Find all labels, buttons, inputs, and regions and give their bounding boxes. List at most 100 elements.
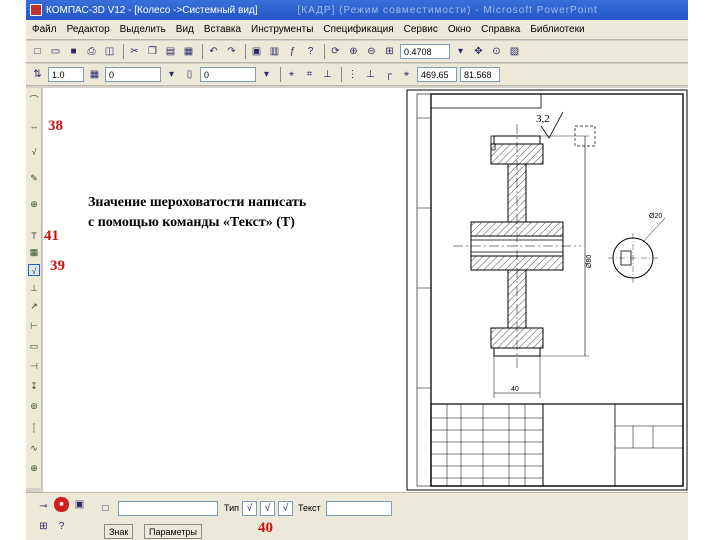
menu-select[interactable]: Выделить <box>120 24 166 35</box>
text-tool-icon[interactable]: T <box>28 230 40 242</box>
axis-icon[interactable]: ⊚ <box>28 400 40 412</box>
help-icon[interactable]: ? <box>54 519 69 534</box>
snap-icon[interactable]: ⌖ <box>284 67 299 82</box>
coord-y-field[interactable]: 81.568 <box>460 67 500 82</box>
cursor-step-field[interactable]: 1.0 <box>48 67 84 82</box>
view-state-icon[interactable]: ▯ <box>182 67 197 82</box>
pin-icon[interactable]: ⊸ <box>36 499 51 514</box>
menu-tools[interactable]: Инструменты <box>251 24 313 35</box>
view-dropdown-icon[interactable]: ▾ <box>259 67 274 82</box>
menu-insert[interactable]: Вставка <box>204 24 241 35</box>
print-preview-icon[interactable]: ◫ <box>102 44 117 59</box>
instruction-line-2: с помощью команды «Текст» (Т) <box>88 215 295 230</box>
dim-bore-text: Ø20 <box>649 213 662 220</box>
tab-params-label: Параметры <box>149 526 197 537</box>
open-folder-icon[interactable]: ▭ <box>48 44 63 59</box>
sign-cell-icon[interactable]: □ <box>98 501 113 516</box>
type-roughness-basic-icon[interactable]: √ <box>242 501 257 516</box>
coordinates-icon[interactable]: ⌖ <box>399 67 414 82</box>
grid-icon[interactable]: ▦ <box>87 67 102 82</box>
local-cs-icon[interactable]: ⊥ <box>320 67 335 82</box>
coord-x-field[interactable]: 469.65 <box>417 67 457 82</box>
sign-field[interactable] <box>118 501 218 516</box>
library-icon[interactable]: ▥ <box>267 44 282 59</box>
leader-tool-icon[interactable]: ↗ <box>28 300 40 312</box>
properties-panel: ⊸ ■ ▣ ⊞ ? □ Тип √ √ √ Текст Знак Парамет… <box>26 492 688 540</box>
menu-service[interactable]: Сервис <box>404 24 438 35</box>
center-line-icon[interactable]: ┆ <box>28 422 40 434</box>
wavy-line-icon[interactable]: ∿ <box>28 442 40 454</box>
type-roughness-no-removal-icon[interactable]: √ <box>278 501 293 516</box>
text-label: Текст <box>298 503 321 513</box>
editing-icon[interactable]: ✎ <box>28 172 40 184</box>
zoom-dynamic-icon[interactable]: ⊙ <box>489 44 504 59</box>
zoom-field[interactable]: 0.4708 <box>400 44 450 59</box>
save-icon[interactable]: ■ <box>66 44 81 59</box>
variables-icon[interactable]: ƒ <box>285 44 300 59</box>
ortho-icon[interactable]: ⊥ <box>363 67 378 82</box>
view-field[interactable]: 0 <box>200 67 256 82</box>
position-tool-icon[interactable]: ⊢ <box>28 320 40 332</box>
pan-icon[interactable]: ✥ <box>471 44 486 59</box>
instruction-line-1: Значение шероховатости написать <box>88 195 307 210</box>
new-document-icon[interactable]: □ <box>30 44 45 59</box>
menu-specification[interactable]: Спецификация <box>323 24 393 35</box>
redo-icon[interactable]: ↷ <box>224 44 239 59</box>
manager-icon[interactable]: ▣ <box>249 44 264 59</box>
left-margin <box>0 0 26 540</box>
step-cursor-icon[interactable]: ⇅ <box>30 67 45 82</box>
cut-line-icon[interactable]: ⊣ <box>28 360 40 372</box>
menu-view[interactable]: Вид <box>176 24 194 35</box>
view-arrow-icon[interactable]: ↧ <box>28 380 40 392</box>
drawing-canvas[interactable]: 40 Ø80 3,2 Ø20 <box>43 88 688 492</box>
round-icon[interactable]: ┌ <box>381 67 396 82</box>
parametrization-icon[interactable]: ⊕ <box>28 198 40 210</box>
toolbar-separator <box>324 44 325 59</box>
refresh-icon[interactable]: ⟳ <box>328 44 343 59</box>
menu-file[interactable]: Файл <box>32 24 57 35</box>
geometry-icon[interactable]: ⌒ <box>28 94 40 106</box>
properties-icon[interactable]: ▦ <box>181 44 196 59</box>
menu-editor[interactable]: Редактор <box>67 24 110 35</box>
type-roughness-removal-icon[interactable]: √ <box>260 501 275 516</box>
show-all-icon[interactable]: ▧ <box>507 44 522 59</box>
help-pointer-icon[interactable]: ? <box>303 44 318 59</box>
stop-icon[interactable]: ■ <box>54 497 69 512</box>
grid-toggle-icon[interactable]: ⋮ <box>345 67 360 82</box>
menu-help[interactable]: Справка <box>481 24 520 35</box>
table-tool-icon[interactable]: ▦ <box>28 246 40 258</box>
center-mark-icon[interactable]: ⊕ <box>28 462 40 474</box>
title-bar: КОМПАС-3D V12 - [Колесо ->Системный вид]… <box>26 0 688 20</box>
layer-field[interactable]: 0 <box>105 67 161 82</box>
auto-create-icon[interactable]: ▣ <box>72 497 87 512</box>
tab-params[interactable]: Параметры <box>144 524 202 539</box>
toolbar-separator <box>280 67 281 82</box>
window-title-blurred: [КАДР] (Режим совместимости) - Microsoft… <box>297 4 598 16</box>
form-tolerance-icon[interactable]: ▭ <box>28 340 40 352</box>
base-tool-icon[interactable]: ⊥ <box>28 282 40 294</box>
cut-icon[interactable]: ✂ <box>127 44 142 59</box>
snap-settings-icon[interactable]: ⌗ <box>302 67 317 82</box>
roughness-tool-icon[interactable]: √ <box>28 264 40 276</box>
zoom-in-icon[interactable]: ⊕ <box>346 44 361 59</box>
zoom-window-icon[interactable]: ⊞ <box>382 44 397 59</box>
undo-icon[interactable]: ↶ <box>206 44 221 59</box>
menu-libraries[interactable]: Библиотеки <box>530 24 584 35</box>
layer-dropdown-icon[interactable]: ▾ <box>164 67 179 82</box>
zoom-out-icon[interactable]: ⊖ <box>364 44 379 59</box>
zoom-dropdown-icon[interactable]: ▾ <box>453 44 468 59</box>
panel-menu-icon[interactable]: ⊞ <box>36 519 51 534</box>
instruction-note: Значение шероховатости написать с помощь… <box>88 193 418 233</box>
toolbar-separator <box>123 44 124 59</box>
print-icon[interactable]: ⎙ <box>84 44 99 59</box>
tab-sign[interactable]: Знак <box>104 524 134 539</box>
kompas-app-icon <box>30 4 42 16</box>
text-field[interactable] <box>326 501 392 516</box>
designations-icon[interactable]: √ <box>28 146 40 158</box>
right-margin <box>688 0 720 540</box>
copy-icon[interactable]: ❐ <box>145 44 160 59</box>
dimensions-icon[interactable]: ↔ <box>28 120 40 132</box>
paste-icon[interactable]: ▤ <box>163 44 178 59</box>
toolbar-separator <box>245 44 246 59</box>
menu-window[interactable]: Окно <box>448 24 471 35</box>
